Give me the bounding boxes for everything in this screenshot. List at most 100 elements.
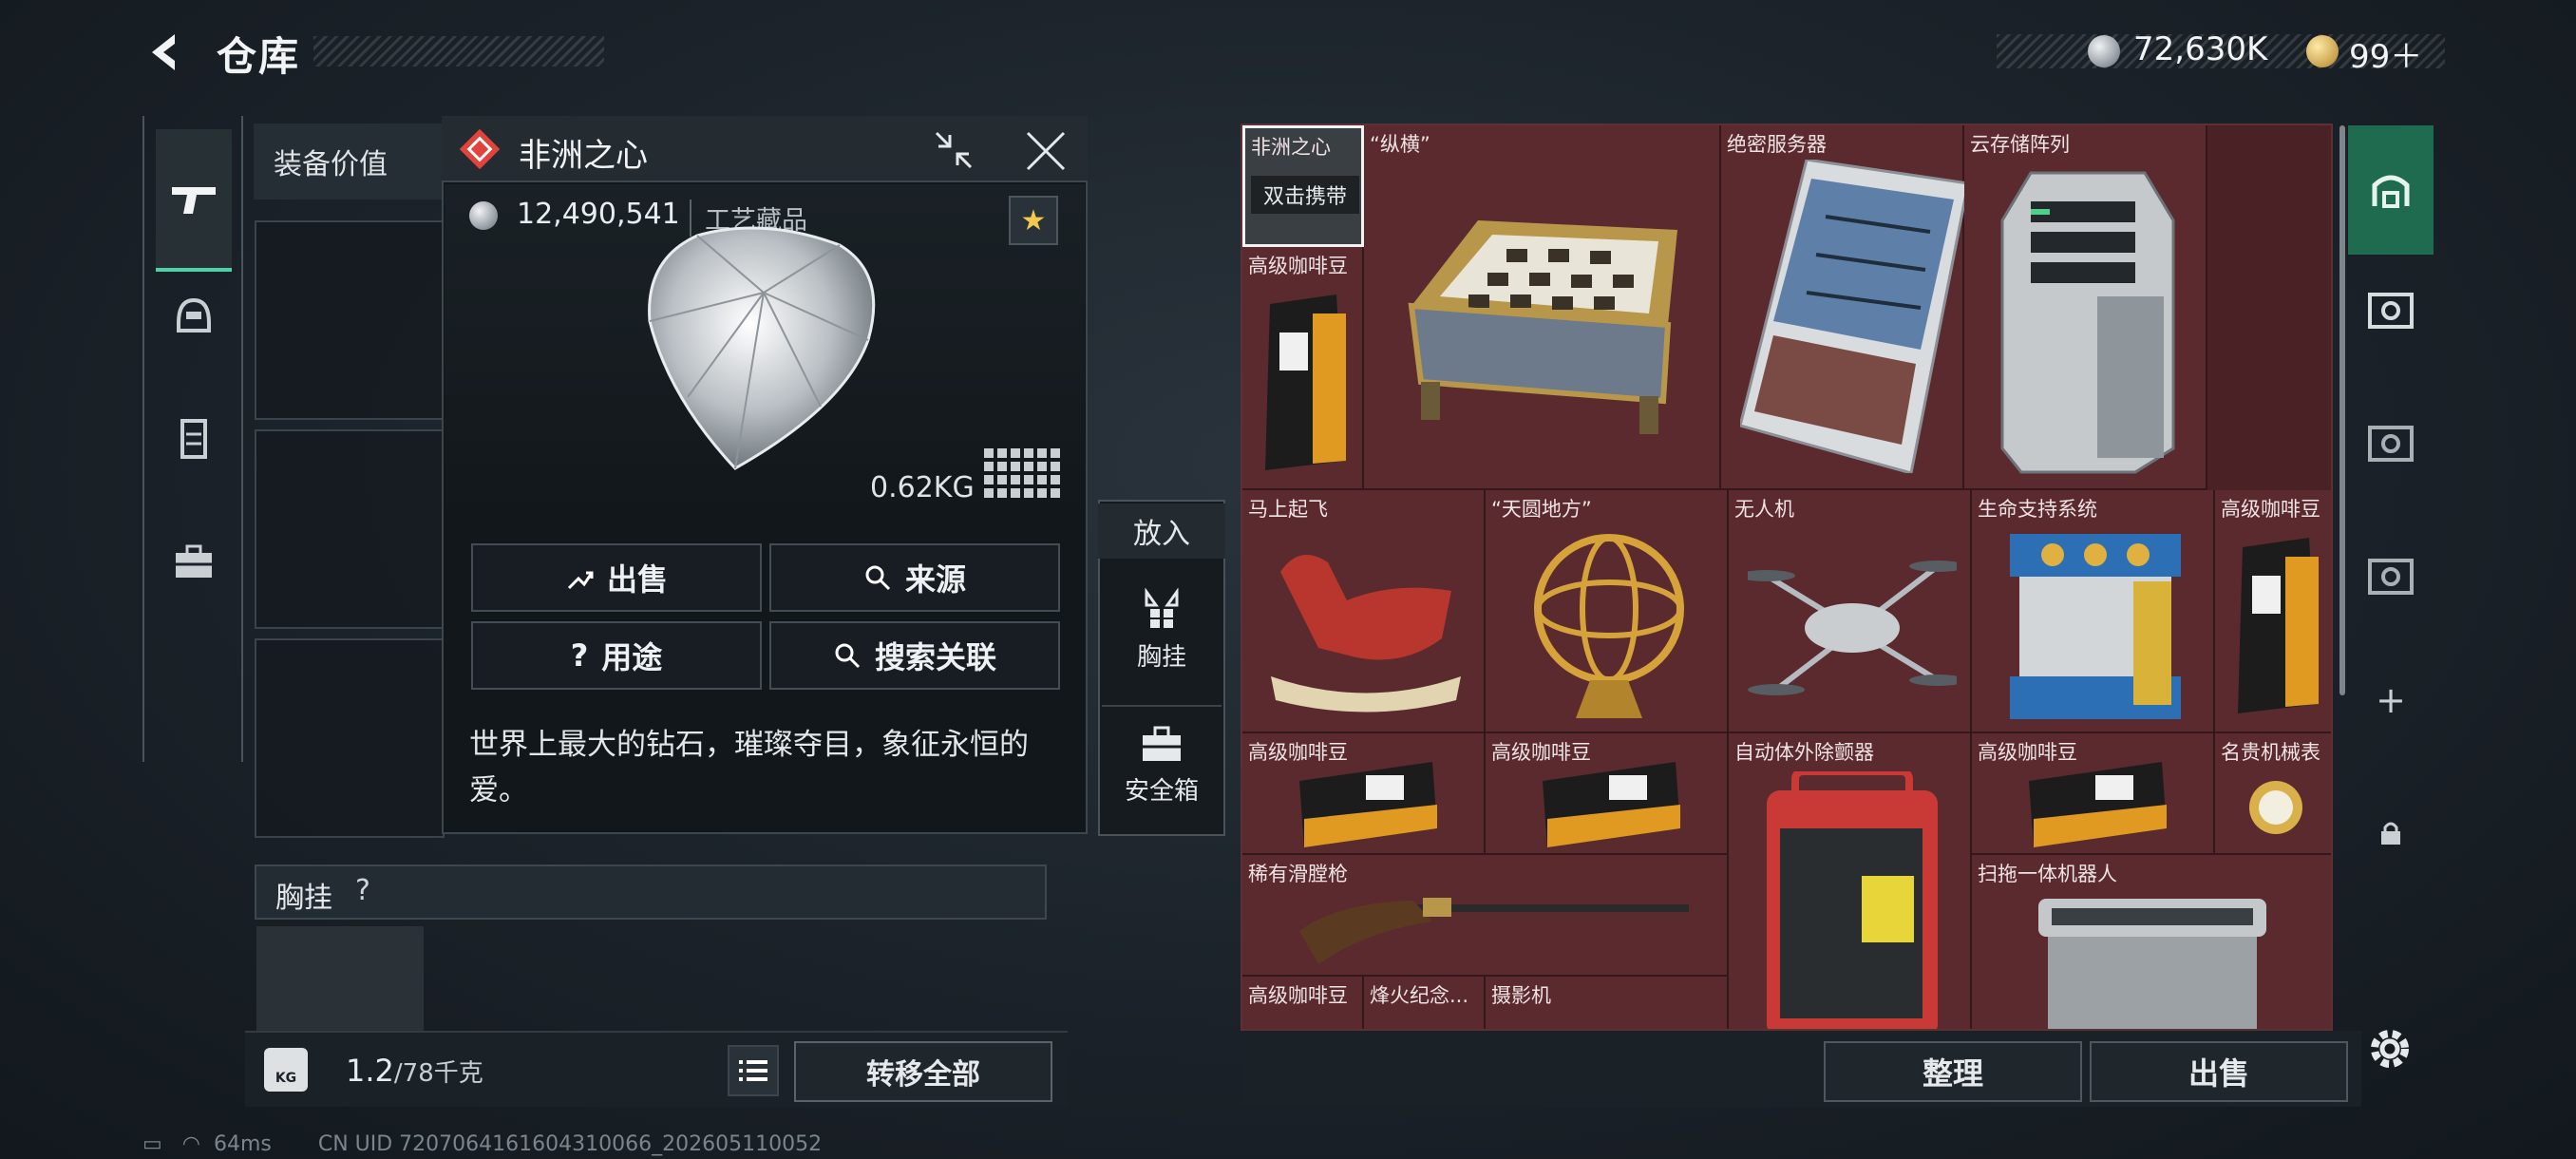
title-decoration bbox=[313, 36, 604, 66]
left-category-tabs bbox=[142, 116, 243, 762]
lock-icon bbox=[2381, 822, 2400, 845]
wifi-icon: ◠ bbox=[181, 1132, 200, 1156]
grid-item-secret-server[interactable]: 绝密服务器 bbox=[1721, 125, 1970, 490]
coffee-bag-image bbox=[1543, 762, 1680, 847]
sort-button[interactable]: 整理 bbox=[1824, 1041, 2082, 1102]
grid-item-premium-coffee[interactable]: 高级咖啡豆 bbox=[1486, 733, 1729, 855]
list-view-button[interactable] bbox=[728, 1045, 779, 1096]
weapon-slot-secondary[interactable] bbox=[255, 429, 445, 629]
ping: 64ms bbox=[213, 1132, 272, 1156]
grid-item-drone[interactable]: 无人机 bbox=[1729, 490, 1972, 733]
chess-set-image bbox=[1408, 220, 1677, 434]
musket-image bbox=[1299, 898, 1689, 964]
tab-armor[interactable] bbox=[156, 401, 232, 477]
collapse-icon bbox=[935, 131, 973, 169]
warehouse-icon bbox=[2372, 175, 2410, 208]
grid-item-aed[interactable]: 自动体外除颤器 bbox=[1729, 733, 1972, 1029]
gear-icon bbox=[2371, 1030, 2409, 1068]
search-related-label: 搜索关联 bbox=[874, 639, 996, 675]
close-button[interactable] bbox=[1022, 127, 1070, 175]
grid-item-premium-coffee[interactable]: 高级咖啡豆 bbox=[1242, 977, 1364, 1029]
sell-button[interactable]: 出售 bbox=[471, 543, 762, 612]
grid-item-premium-coffee[interactable]: 高级咖啡豆 bbox=[1242, 247, 1364, 490]
item-name: “纵横” bbox=[1370, 133, 1430, 156]
coin-icon bbox=[2088, 35, 2120, 67]
aed-image bbox=[1767, 771, 1938, 1029]
grid-item-camera[interactable]: 摄影机 bbox=[1486, 977, 1729, 1029]
currency-secondary[interactable]: 99＋ bbox=[2349, 30, 2422, 77]
diamond-item-image bbox=[631, 217, 897, 483]
tab-weapons[interactable] bbox=[156, 129, 232, 272]
briefcase-icon bbox=[176, 544, 212, 578]
grid-item-premium-coffee[interactable]: 高级咖啡豆 bbox=[1242, 733, 1486, 855]
grid-item-life-support-system[interactable]: 生命支持系统 bbox=[1972, 490, 2215, 733]
weight-icon: KG bbox=[264, 1048, 308, 1092]
close-icon bbox=[1026, 131, 1066, 171]
server-image bbox=[1740, 160, 1970, 473]
grid-item-take-off-horse[interactable]: 马上起飞 bbox=[1242, 490, 1486, 733]
help-icon[interactable]: ? bbox=[355, 874, 370, 907]
item-name: 烽火纪念... bbox=[1370, 984, 1469, 1007]
search-icon bbox=[865, 565, 891, 591]
tab-backpack[interactable] bbox=[156, 524, 232, 600]
usage-button[interactable]: ? 用途 bbox=[471, 621, 762, 690]
storage-box-icon bbox=[2368, 559, 2414, 595]
status-bar: ▭ ◠ 64ms CN UID 7207064161604310066_2026… bbox=[142, 1132, 822, 1156]
back-button[interactable] bbox=[142, 28, 190, 76]
safe-box-icon bbox=[1143, 726, 1181, 761]
put-into-label: 放入 bbox=[1098, 504, 1225, 559]
storage-grid: 非洲之心 双击携带 “纵横” 绝密服务器 云存储阵列 高级咖啡豆 马上起飞 “天… bbox=[1241, 124, 2333, 1031]
favorite-star-button[interactable]: ★ bbox=[1009, 196, 1058, 245]
item-weight: 0.62KG bbox=[870, 471, 975, 504]
grid-item-rare-musket[interactable]: 稀有滑膛枪 bbox=[1242, 855, 1729, 977]
put-safe-box-button[interactable]: 安全箱 bbox=[1102, 705, 1222, 825]
grid-item-cloud-storage-array[interactable]: 云存储阵列 bbox=[1964, 125, 2207, 490]
star-icon: ★ bbox=[1020, 203, 1047, 238]
grid-item-robot-vacuum[interactable]: 扫拖一体机器人 bbox=[1972, 855, 2331, 1029]
coffee-bag-image bbox=[2238, 538, 2319, 713]
search-icon bbox=[835, 643, 861, 669]
vest-icon bbox=[180, 419, 207, 459]
grid-item-armillary-sphere[interactable]: “天圆地方” bbox=[1486, 490, 1729, 733]
usage-label: 用途 bbox=[601, 639, 663, 675]
horse-statue-image bbox=[1271, 555, 1461, 712]
tab-storage-3[interactable] bbox=[2348, 401, 2434, 486]
grid-item-luxury-watch[interactable]: 名贵机械表 bbox=[2215, 733, 2331, 855]
source-button[interactable]: 来源 bbox=[769, 543, 1060, 612]
settings-button[interactable] bbox=[2363, 1022, 2416, 1075]
weapon-slot-primary[interactable] bbox=[255, 220, 445, 420]
grid-scrollbar[interactable] bbox=[2339, 125, 2345, 695]
item-name: 马上起飞 bbox=[1248, 498, 1328, 521]
life-support-image bbox=[2010, 534, 2181, 719]
sell-items-button[interactable]: 出售 bbox=[2090, 1041, 2348, 1102]
item-name: 非洲之心 bbox=[1251, 136, 1331, 159]
grid-item-beacon-memorial[interactable]: 烽火纪念... bbox=[1364, 977, 1486, 1029]
add-storage-tab-button[interactable]: + bbox=[2348, 657, 2434, 743]
grid-item-premium-coffee[interactable]: 高级咖啡豆 bbox=[2215, 490, 2331, 733]
search-related-button[interactable]: 搜索关联 bbox=[769, 621, 1060, 690]
transfer-all-button[interactable]: 转移全部 bbox=[794, 1041, 1052, 1102]
grid-item-heart-of-africa[interactable]: 非洲之心 双击携带 bbox=[1242, 125, 1364, 247]
helmet-slot[interactable] bbox=[255, 638, 445, 838]
tab-storage-4[interactable] bbox=[2348, 534, 2434, 619]
grid-item-chess-set[interactable]: “纵横” bbox=[1364, 125, 1721, 490]
coffee-bag-image bbox=[1299, 762, 1437, 847]
item-name: 名贵机械表 bbox=[2221, 741, 2320, 764]
coffee-bag-image bbox=[1265, 294, 1346, 470]
storage-box-icon bbox=[2368, 426, 2414, 462]
collapse-button[interactable] bbox=[931, 127, 976, 173]
chest-rig-slot[interactable] bbox=[256, 926, 424, 1031]
tab-helmet[interactable] bbox=[156, 277, 232, 353]
grid-item-premium-coffee[interactable]: 高级咖啡豆 bbox=[1972, 733, 2215, 855]
drone-image bbox=[1748, 560, 1957, 695]
put-chest-rig-button[interactable]: 胸挂 bbox=[1102, 570, 1222, 690]
tab-storage-2[interactable] bbox=[2348, 268, 2434, 353]
item-name: 绝密服务器 bbox=[1727, 133, 1827, 156]
locked-tab[interactable] bbox=[2348, 790, 2434, 876]
chest-rig-label: 胸挂 bbox=[275, 882, 332, 915]
item-name: 无人机 bbox=[1734, 498, 1794, 521]
chest-rig-icon bbox=[1145, 587, 1179, 628]
plus-icon: + bbox=[2376, 679, 2406, 721]
tab-storage-main[interactable] bbox=[2348, 125, 2434, 255]
page-title: 仓库 bbox=[217, 33, 301, 80]
